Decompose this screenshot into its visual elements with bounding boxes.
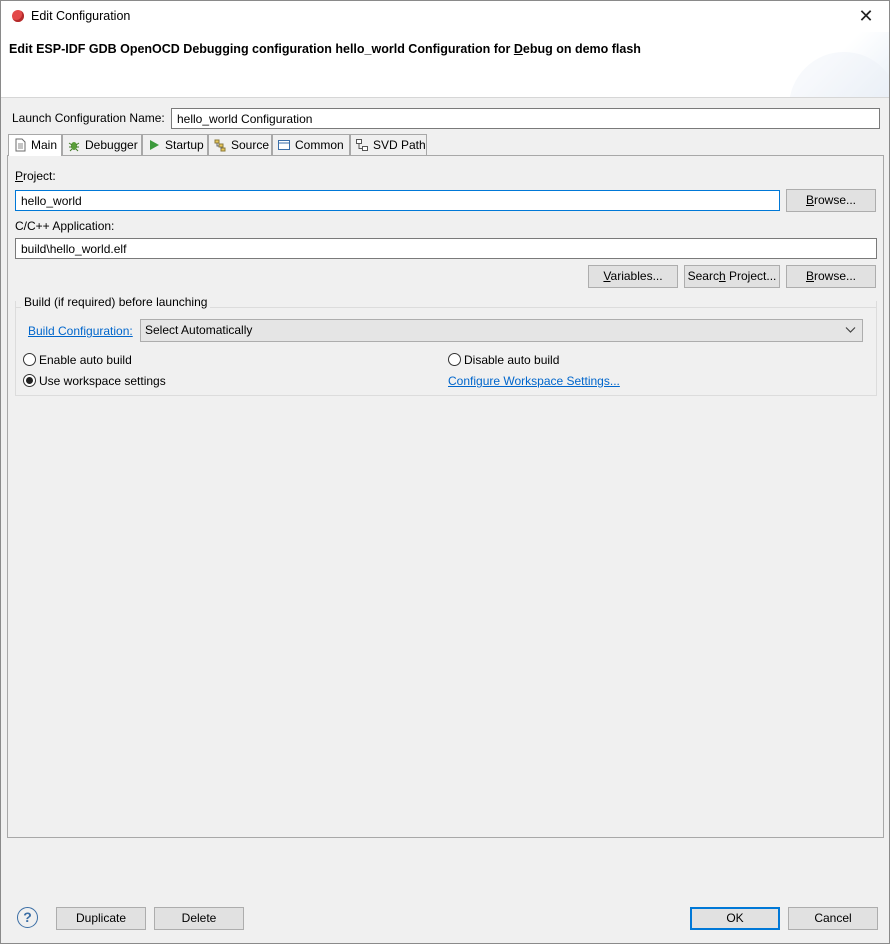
svd-icon (356, 139, 368, 151)
variables-mnemonic: V (603, 269, 611, 283)
tab-startup-label: Startup (165, 138, 204, 152)
browse-project-label: rowse... (814, 193, 857, 207)
tab-source[interactable]: Source (208, 134, 272, 156)
variables-label: ariables... (610, 269, 663, 283)
use-workspace-settings-radio[interactable] (23, 374, 36, 387)
bug-icon (68, 142, 80, 152)
browse-project-mnemonic: B (805, 193, 814, 207)
help-icon[interactable]: ? (17, 907, 38, 928)
title-bar: Edit Configuration ✕ (1, 1, 889, 32)
close-button[interactable]: ✕ (843, 1, 889, 31)
use-workspace-settings-label: Use workspace settings (39, 374, 166, 388)
delete-button[interactable]: Delete (154, 907, 244, 930)
play-icon (150, 140, 159, 150)
cancel-button[interactable]: Cancel (788, 907, 878, 930)
banner-title-prefix: Edit ESP-IDF GDB OpenOCD Debugging confi… (9, 42, 514, 56)
duplicate-button[interactable]: Duplicate (56, 907, 146, 930)
tab-startup[interactable]: Startup (142, 134, 208, 156)
search-project-prefix: Searc (687, 269, 719, 283)
search-project-label: Project... (725, 269, 777, 283)
launch-config-name-label: Launch Configuration Name: (12, 111, 165, 125)
tab-source-label: Source (231, 138, 270, 152)
launch-config-name-input[interactable] (171, 108, 880, 129)
common-icon (278, 140, 290, 150)
app-icon (12, 10, 24, 22)
build-configuration-value: Select Automatically (145, 323, 253, 337)
tab-common-label: Common (295, 138, 344, 152)
browse-application-mnemonic: B (805, 269, 814, 283)
build-group-title: Build (if required) before launching (21, 295, 211, 309)
dialog-banner: Edit ESP-IDF GDB OpenOCD Debugging confi… (1, 32, 889, 98)
search-project-button[interactable]: Search Project... (684, 265, 780, 288)
tab-common[interactable]: Common (272, 134, 350, 156)
search-project-mnemonic: h (718, 269, 726, 283)
source-icon (214, 139, 226, 152)
project-label-text: roject: (23, 169, 56, 183)
browse-project-button[interactable]: Browse... (786, 189, 876, 212)
browse-application-button[interactable]: Browse... (786, 265, 876, 288)
window-title: Edit Configuration (31, 9, 131, 23)
tab-main[interactable]: Main (8, 134, 62, 156)
tab-svd-path-label: SVD Path (373, 138, 426, 152)
tab-svd-path[interactable]: SVD Path (350, 134, 427, 156)
build-configuration-select[interactable]: Select Automatically (140, 319, 863, 342)
disable-auto-build-label: Disable auto build (464, 353, 560, 367)
edit-configuration-dialog: Edit Configuration ✕ Edit ESP-IDF GDB Op… (0, 0, 890, 944)
application-label: C/C++ Application: (15, 219, 115, 233)
ok-button[interactable]: OK (690, 907, 780, 930)
banner-title-suffix: ebug on demo flash (522, 42, 641, 56)
project-input[interactable] (15, 190, 780, 211)
configure-workspace-settings-link[interactable]: Configure Workspace Settings... (448, 374, 620, 388)
build-configuration-link[interactable]: Build Configuration: (28, 324, 133, 338)
project-label: Project: (15, 169, 56, 183)
chevron-down-icon (845, 327, 856, 333)
project-label-mnemonic: P (15, 169, 24, 183)
enable-auto-build-label: Enable auto build (39, 353, 132, 367)
banner-title: Edit ESP-IDF GDB OpenOCD Debugging confi… (9, 42, 641, 56)
tab-main-label: Main (31, 138, 58, 152)
enable-auto-build-radio[interactable] (23, 353, 36, 366)
tab-debugger[interactable]: Debugger (62, 134, 142, 156)
banner-title-mnemonic: D (513, 42, 523, 56)
document-icon (15, 138, 26, 152)
disable-auto-build-radio[interactable] (448, 353, 461, 366)
application-input[interactable] (15, 238, 877, 259)
tab-debugger-label: Debugger (85, 138, 138, 152)
variables-button[interactable]: Variables... (588, 265, 678, 288)
browse-application-label: rowse... (814, 269, 857, 283)
